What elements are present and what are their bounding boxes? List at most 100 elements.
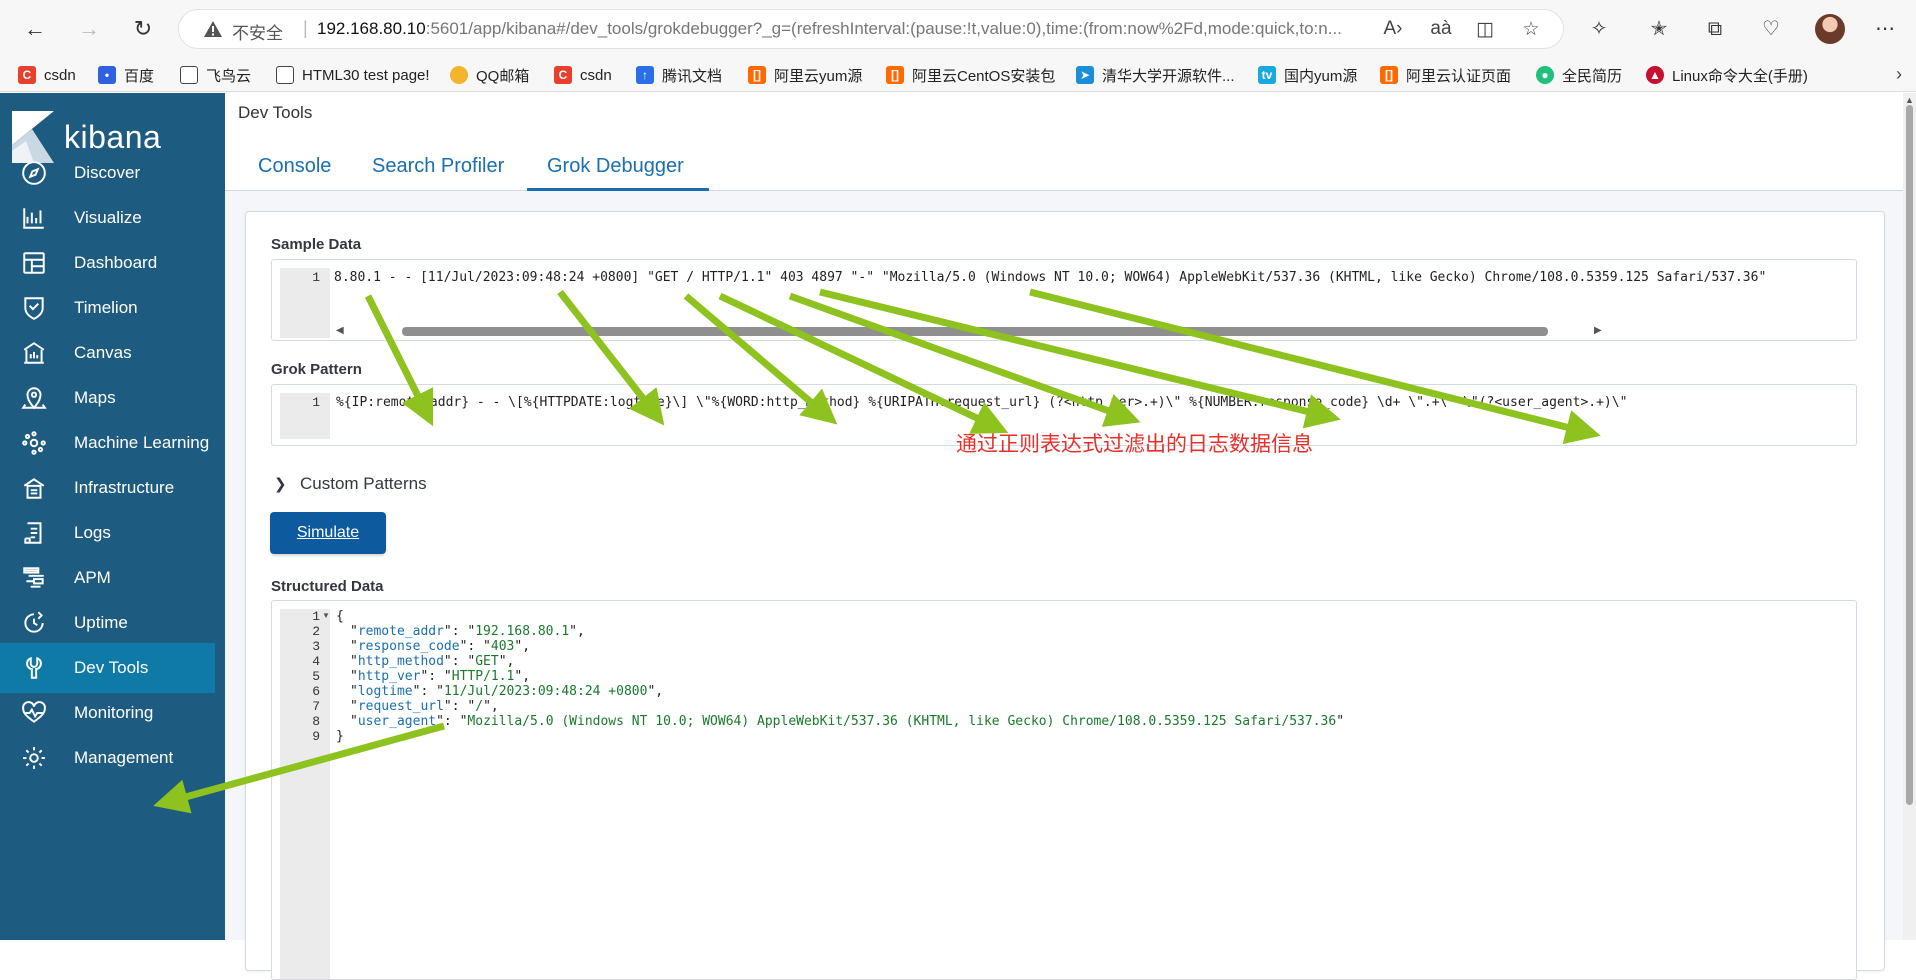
scroll-up-icon[interactable]: ▲ <box>1905 95 1914 105</box>
performance-icon[interactable]: ♡ <box>1756 14 1786 44</box>
bookmark-item[interactable]: [] 阿里云CentOS安装包 <box>886 64 1055 86</box>
sidebar-item-canvas[interactable]: Canvas <box>0 328 225 378</box>
sidebar-item-logs[interactable]: Logs <box>0 508 225 558</box>
baidu-icon: • <box>98 66 116 84</box>
sidebar-item-timelion[interactable]: Timelion <box>0 283 225 333</box>
sidebar-item-dashboard[interactable]: Dashboard <box>0 238 225 288</box>
apm-icon <box>20 564 48 592</box>
json-line: "http_ver": "HTTP/1.1", <box>350 669 531 684</box>
grok-pattern-text[interactable]: %{IP:remote_addr} - - \[%{HTTPDATE:logti… <box>336 395 1627 410</box>
bookmark-item[interactable]: Ccsdn <box>18 64 76 86</box>
csdn-icon: C <box>18 66 36 84</box>
sidebar-item-visualize[interactable]: Visualize <box>0 193 225 243</box>
bookmarks-more-icon[interactable]: › <box>1896 64 1902 85</box>
split-screen-icon[interactable]: ◫ <box>1473 18 1497 41</box>
page-title: Dev Tools <box>238 103 313 122</box>
sidebar-item-discover[interactable]: Discover <box>0 148 225 198</box>
sample-data-gutter: 1 <box>280 268 330 338</box>
extensions-icon[interactable]: ✧ <box>1584 14 1614 44</box>
sidebar-item-infrastructure[interactable]: Infrastructure <box>0 463 225 513</box>
gear-icon <box>20 744 48 772</box>
scroll-left-icon[interactable]: ◀ <box>336 325 344 336</box>
line-number: 3 <box>312 639 320 654</box>
browser-toolbar: ← → ↻ 不安全 | 192.168.80.10:5601/app/kiban… <box>0 0 1916 58</box>
bookmark-item[interactable]: Ccsdn <box>554 64 612 86</box>
bookmark-item[interactable]: ▲ Linux命令大全(手册) <box>1646 64 1808 86</box>
sidebar-item-maps[interactable]: Maps <box>0 373 225 423</box>
grok-pattern-label: Grok Pattern <box>271 361 362 378</box>
fold-arrow-icon[interactable]: ▼ <box>322 611 330 620</box>
page-scrollbar[interactable]: ▲ <box>1903 93 1916 940</box>
address-bar[interactable]: 不安全 | 192.168.80.10:5601/app/kibana#/dev… <box>178 9 1564 49</box>
read-aloud-icon[interactable]: A› <box>1381 18 1405 40</box>
uptime-icon <box>20 609 48 637</box>
simulate-button[interactable]: Simulate <box>270 512 386 554</box>
tencent-docs-icon: ↑ <box>636 66 654 84</box>
sidebar-item-label: Canvas <box>74 343 132 362</box>
scroll-right-icon[interactable]: ▶ <box>1594 325 1602 336</box>
structured-data-gutter: 1 ▼ 2 3 4 5 6 7 8 9 <box>280 609 330 979</box>
sample-data-editor[interactable]: 1 8.80.1 - - [11/Jul/2023:09:48:24 +0800… <box>271 259 1857 341</box>
tab-grok-debugger[interactable]: Grok Debugger <box>527 147 709 191</box>
sidebar-item-label: Discover <box>74 163 141 182</box>
translate-icon[interactable]: aà <box>1429 18 1453 40</box>
forward-icon[interactable]: → <box>74 14 104 44</box>
aliyun-icon: [] <box>886 66 904 84</box>
json-line: "logtime": "11/Jul/2023:09:48:24 +0800", <box>350 684 664 699</box>
sidebar-item-uptime[interactable]: Uptime <box>0 598 225 648</box>
bookmark-item[interactable]: ➤ 清华大学开源软件... <box>1076 64 1235 86</box>
shield-icon <box>20 294 48 322</box>
bookmark-item[interactable]: [] 阿里云yum源 <box>748 64 862 86</box>
reload-icon[interactable]: ↻ <box>128 14 158 44</box>
more-menu-icon[interactable]: ⋯ <box>1870 14 1900 44</box>
favorites-icon[interactable]: ✭ <box>1644 14 1674 44</box>
warning-icon[interactable] <box>203 19 223 39</box>
bookmark-item[interactable]: tv 国内yum源 <box>1258 64 1357 86</box>
sidebar-item-label: Uptime <box>74 613 128 632</box>
line-number: 8 <box>312 714 320 729</box>
sample-data-hscroll[interactable]: ◀ ▶ <box>332 325 1602 337</box>
sidebar-item-apm[interactable]: APM <box>0 553 225 603</box>
profile-avatar[interactable] <box>1815 14 1845 44</box>
collections-icon[interactable]: ⧉ <box>1700 14 1730 44</box>
page-icon <box>180 66 198 84</box>
favorite-star-icon[interactable]: ☆ <box>1519 18 1543 41</box>
bookmark-item[interactable]: ● 全民简历 <box>1536 64 1622 86</box>
bookmark-item[interactable]: QQ邮箱 <box>450 64 529 86</box>
insecure-label: 不安全 <box>232 24 283 43</box>
sidebar-item-dev-tools[interactable]: Dev Tools <box>0 643 215 693</box>
kibana-sidebar: kibana Discover Visualize Dashboard Time… <box>0 93 225 940</box>
sidebar-item-management[interactable]: Management <box>0 733 225 783</box>
sidebar-item-label: Monitoring <box>74 703 154 722</box>
custom-patterns-label: Custom Patterns <box>300 474 427 493</box>
line-number: 9 <box>312 729 320 744</box>
structured-data-editor[interactable]: 1 ▼ 2 3 4 5 6 7 8 9 { "remote_addr": "19… <box>271 600 1857 980</box>
bookmark-item[interactable]: 飞鸟云 <box>180 64 251 86</box>
page-icon <box>276 66 294 84</box>
infrastructure-icon <box>20 474 48 502</box>
json-line: "remote_addr": "192.168.80.1", <box>350 624 585 639</box>
wrench-icon <box>20 654 48 682</box>
bookmark-item[interactable]: [] 阿里云认证页面 <box>1380 64 1511 86</box>
dashboard-icon <box>20 249 48 277</box>
chevron-right-icon: ❯ <box>274 476 287 493</box>
url-text[interactable]: 192.168.80.10:5601/app/kibana#/dev_tools… <box>317 19 1357 39</box>
sample-data-hscroll-thumb[interactable] <box>402 327 1548 336</box>
back-icon[interactable]: ← <box>20 14 50 44</box>
line-number: 2 <box>312 624 320 639</box>
sample-data-text[interactable]: 8.80.1 - - [11/Jul/2023:09:48:24 +0800] … <box>334 270 1766 285</box>
bookmark-item[interactable]: ↑ 腾讯文档 <box>636 64 722 86</box>
sidebar-item-machine-learning[interactable]: Machine Learning <box>0 418 225 468</box>
bookmark-item[interactable]: • 百度 <box>98 64 154 86</box>
sidebar-item-label: APM <box>74 568 111 587</box>
address-separator: | <box>303 18 308 38</box>
custom-patterns-toggle[interactable]: ❯ Custom Patterns <box>274 474 427 494</box>
sidebar-item-monitoring[interactable]: Monitoring <box>0 688 225 738</box>
bookmark-item[interactable]: HTML30 test page! <box>276 64 430 86</box>
line-number: 4 <box>312 654 320 669</box>
tab-console[interactable]: Console <box>258 147 338 191</box>
page-scrollbar-thumb[interactable] <box>1906 105 1913 805</box>
sidebar-item-label: Logs <box>74 523 111 542</box>
tab-search-profiler[interactable]: Search Profiler <box>372 147 512 191</box>
sidebar-item-label: Timelion <box>74 298 138 317</box>
